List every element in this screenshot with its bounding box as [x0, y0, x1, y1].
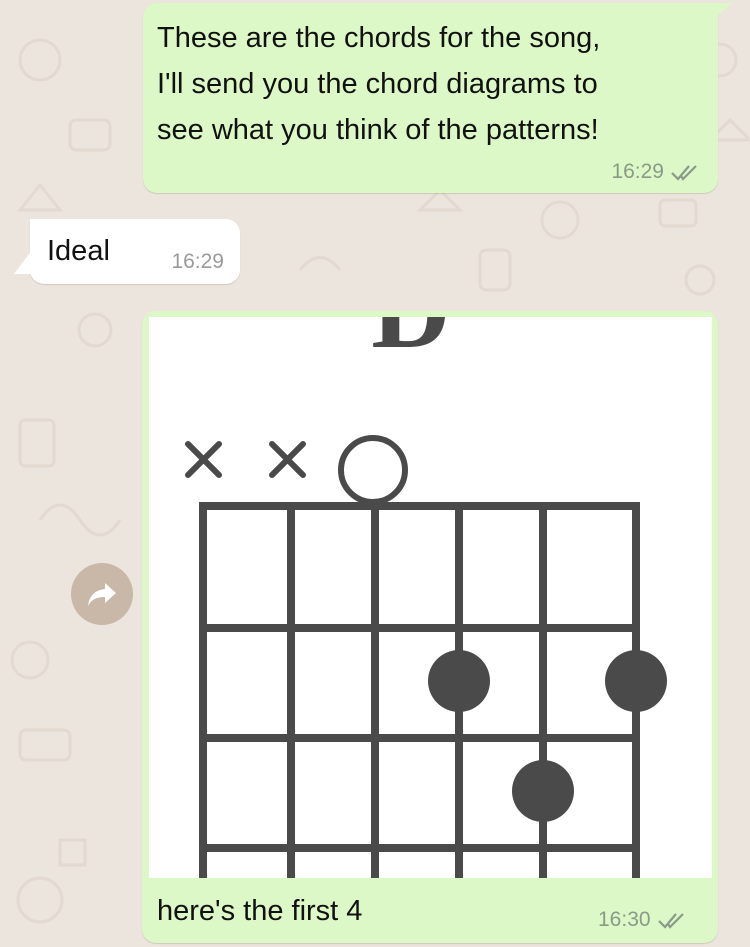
open-string-marker: [338, 435, 408, 505]
double-check-icon: [657, 913, 684, 929]
message-text: Ideal: [47, 235, 110, 267]
message-meta: 16:30: [598, 908, 687, 932]
message-timestamp: 16:29: [611, 160, 664, 183]
bubble-tail: [14, 250, 32, 274]
double-check-icon: [671, 165, 697, 181]
muted-marker: [185, 441, 222, 478]
bubble-tail: [716, 3, 732, 17]
message-text: These are the chords for the song, I'll …: [157, 15, 707, 153]
message-meta: 16:29: [611, 160, 700, 184]
outgoing-message-bubble[interactable]: These are the chords for the song, I'll …: [143, 3, 718, 193]
fretboard-grid: [199, 502, 640, 878]
message-line: I'll send you the chord diagrams to: [157, 68, 598, 100]
message-timestamp: 16:29: [171, 250, 224, 273]
image-caption: here's the first 4: [157, 895, 363, 927]
muted-marker: [269, 441, 306, 478]
muted-string-markers: [185, 441, 306, 478]
forward-arrow-icon: [88, 583, 116, 606]
forward-button[interactable]: [71, 563, 133, 625]
message-line: see what you think of the patterns!: [157, 114, 599, 146]
message-line: These are the chords for the song,: [157, 22, 601, 54]
chord-diagram: D: [185, 317, 667, 878]
finger-dot: [605, 650, 667, 712]
message-timestamp: 16:30: [598, 908, 651, 931]
incoming-message-bubble[interactable]: Ideal 16:29: [30, 219, 240, 284]
finger-dot: [512, 760, 574, 822]
chord-name: D: [371, 317, 450, 371]
finger-dot: [428, 650, 490, 712]
chord-diagram-image[interactable]: D: [149, 317, 712, 878]
